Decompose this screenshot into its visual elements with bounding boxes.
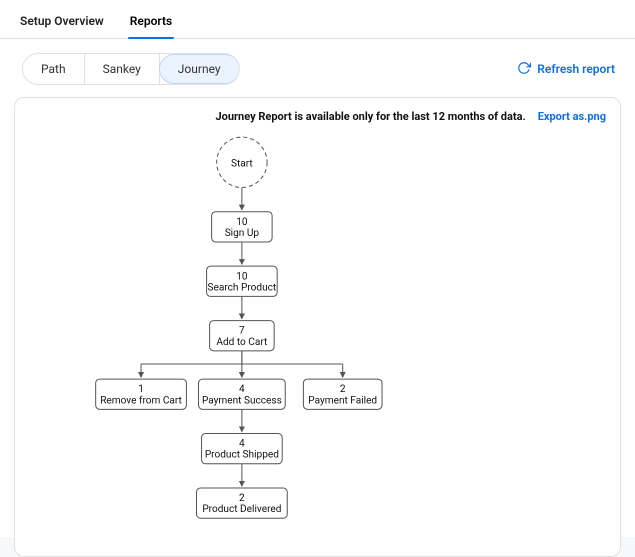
svg-text:2: 2 [239, 493, 245, 504]
svg-text:4: 4 [239, 384, 245, 395]
refresh-icon [517, 61, 531, 78]
segment-sankey[interactable]: Sankey [85, 54, 160, 84]
export-as-png-button[interactable]: Export as.png [538, 110, 606, 123]
tab-setup-overview[interactable]: Setup Overview [18, 8, 106, 38]
node-search-product: 10 Search Product [207, 266, 278, 296]
tab-reports[interactable]: Reports [128, 8, 174, 38]
node-payment-failed: 2 Payment Failed [303, 379, 382, 409]
svg-text:Remove from Cart: Remove from Cart [100, 394, 182, 406]
node-product-shipped: 4 Product Shipped [202, 434, 283, 464]
node-add-to-cart: 7 Add to Cart [210, 321, 275, 351]
refresh-report-button[interactable]: Refresh report [517, 61, 619, 78]
refresh-report-label: Refresh report [537, 62, 615, 76]
report-panel: Journey Report is available only for the… [14, 97, 621, 557]
svg-text:Product Delivered: Product Delivered [202, 504, 281, 515]
top-tabs: Setup Overview Reports [0, 0, 635, 39]
sub-bar: Path Sankey Journey Refresh report [0, 39, 635, 85]
svg-text:10: 10 [236, 217, 248, 228]
svg-text:Payment Failed: Payment Failed [308, 395, 377, 406]
svg-text:1: 1 [138, 384, 144, 395]
node-payment-success: 4 Payment Success [199, 379, 286, 409]
svg-text:Product Shipped: Product Shipped [205, 450, 279, 461]
node-remove-from-cart: 1 Remove from Cart [96, 379, 187, 409]
svg-text:Add to Cart: Add to Cart [216, 337, 267, 348]
node-product-delivered: 2 Product Delivered [197, 488, 288, 518]
svg-text:4: 4 [239, 439, 245, 450]
availability-note: Journey Report is available only for the… [216, 110, 526, 123]
panel-header: Journey Report is available only for the… [15, 98, 620, 123]
segment-journey[interactable]: Journey [159, 54, 240, 84]
svg-text:Search Product: Search Product [208, 282, 277, 293]
report-type-segmented: Path Sankey Journey [22, 53, 240, 85]
node-start: Start [217, 137, 267, 187]
svg-text:Start: Start [231, 158, 253, 169]
svg-text:Payment Success: Payment Success [202, 395, 282, 406]
journey-flowchart: Start 10 Sign Up 10 Search Product [15, 123, 620, 556]
segment-path[interactable]: Path [23, 54, 85, 84]
node-sign-up: 10 Sign Up [212, 212, 273, 242]
svg-text:Sign Up: Sign Up [225, 228, 260, 239]
svg-text:2: 2 [340, 384, 346, 395]
svg-text:7: 7 [239, 326, 245, 337]
svg-text:10: 10 [236, 271, 248, 282]
